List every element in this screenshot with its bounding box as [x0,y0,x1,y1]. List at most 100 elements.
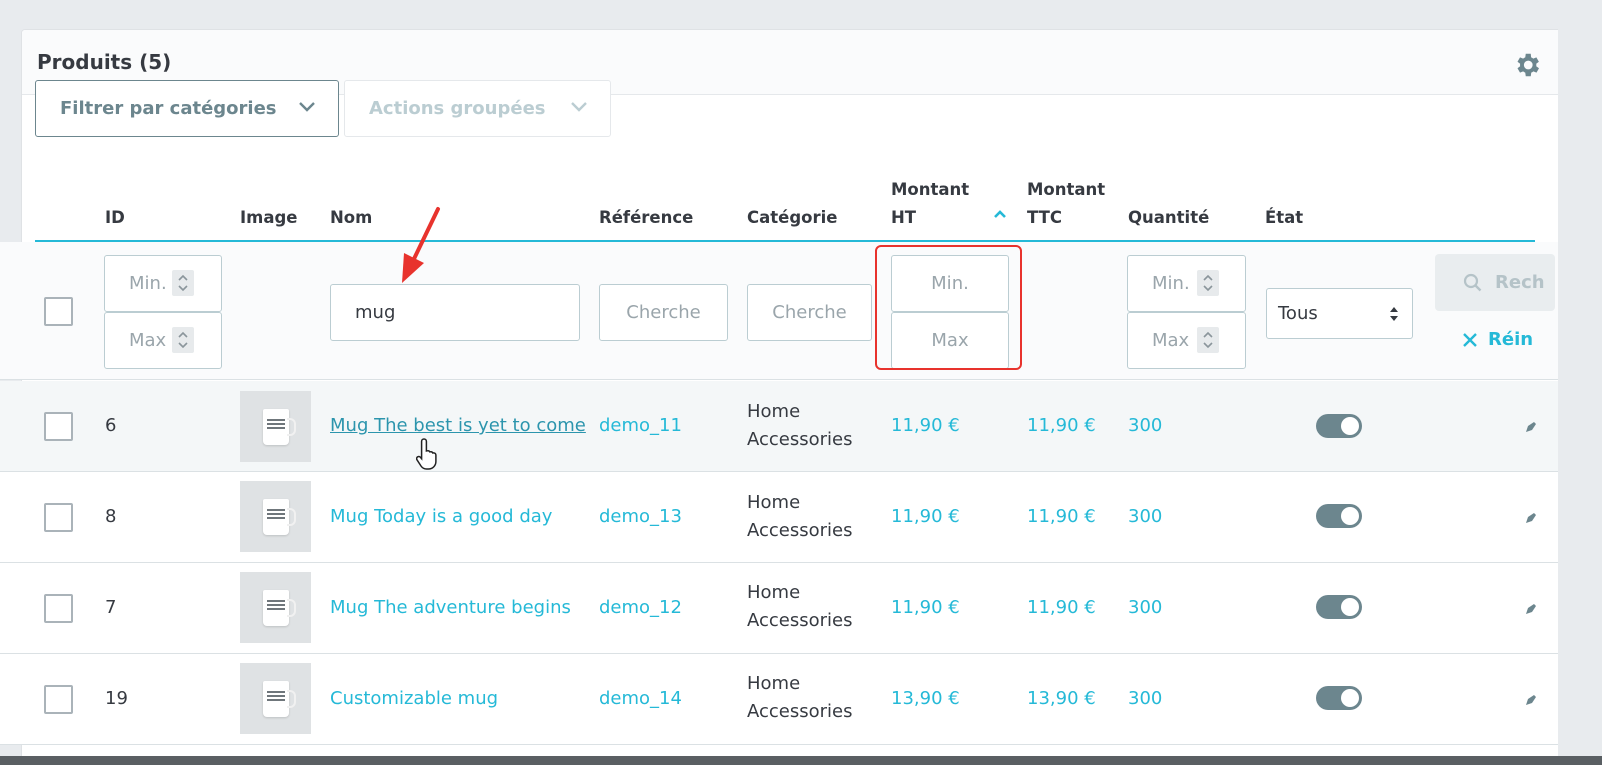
table-row[interactable]: 19 Customizable mug demo_14 Home Accesso… [0,654,1602,745]
column-header-price-ttc-line1: Montant [1027,180,1106,199]
price-ht-link[interactable]: 11,90 € [891,415,960,436]
reference-filter-input[interactable]: Cherche [599,284,728,341]
product-reference-link[interactable]: demo_11 [599,415,682,436]
status-filter-value: Tous [1278,303,1318,324]
edit-icon[interactable] [1525,603,1537,615]
column-header-reference[interactable]: Référence [599,204,693,232]
row-checkbox[interactable] [44,594,73,623]
select-arrows-icon [1390,307,1398,321]
product-thumbnail[interactable] [240,663,311,734]
category-line1: Home [747,673,801,694]
column-header-category[interactable]: Catégorie [747,204,837,232]
edit-icon[interactable] [1525,421,1537,433]
product-reference-link[interactable]: demo_14 [599,688,682,709]
status-filter-select[interactable]: Tous [1266,288,1413,339]
product-name-link[interactable]: Mug The best is yet to come [330,415,586,436]
column-header-name[interactable]: Nom [330,204,372,232]
status-toggle[interactable] [1316,686,1362,710]
quantity-link[interactable]: 300 [1128,688,1162,709]
product-thumbnail[interactable] [240,572,311,643]
table-row[interactable]: 6 Mug The best is yet to come demo_11 Ho… [0,381,1602,472]
product-thumbnail[interactable] [240,391,311,462]
page-title: Produits (5) [37,50,172,74]
product-reference-link[interactable]: demo_12 [599,597,682,618]
table-row[interactable]: 7 Mug The adventure begins demo_12 Home … [0,563,1602,654]
edit-icon[interactable] [1525,694,1537,706]
reset-filters-link[interactable]: Réin [1462,329,1533,350]
row-id: 8 [105,506,117,527]
stepper-icon[interactable] [172,327,194,353]
reference-filter-placeholder: Cherche [626,302,701,323]
stepper-icon[interactable] [1197,270,1219,296]
id-min-placeholder: Min. [129,273,167,294]
row-checkbox[interactable] [44,685,73,714]
price-ht-link[interactable]: 11,90 € [891,506,960,527]
quantity-link[interactable]: 300 [1128,415,1162,436]
product-category: Home Accessories [747,670,853,726]
name-filter-value: mug [355,302,396,323]
quantity-link[interactable]: 300 [1128,506,1162,527]
category-line2: Accessories [747,429,853,450]
price-ht-link[interactable]: 11,90 € [891,597,960,618]
sort-ascending-icon[interactable] [993,209,1007,219]
search-icon [1463,273,1482,291]
column-header-price-ttc[interactable]: Montant TTC [1027,176,1105,232]
product-name-link[interactable]: Customizable mug [330,688,498,709]
id-max-input[interactable]: Max [104,312,222,369]
category-filter-input[interactable]: Cherche [747,284,872,341]
product-reference-link[interactable]: demo_13 [599,506,682,527]
edit-icon[interactable] [1525,512,1537,524]
product-name-link[interactable]: Mug Today is a good day [330,506,552,527]
price-ttc-link[interactable]: 11,90 € [1027,597,1096,618]
filter-categories-dropdown[interactable]: Filtrer par catégories [35,80,339,137]
column-header-price-ht-line1: Montant [891,180,970,199]
select-all-checkbox[interactable] [44,297,73,326]
row-checkbox[interactable] [44,412,73,441]
product-name-link[interactable]: Mug The adventure begins [330,597,571,618]
chevron-down-icon [299,102,315,112]
status-toggle[interactable] [1316,414,1362,438]
quantity-max-input[interactable]: Max [1127,312,1246,369]
product-category: Home Accessories [747,489,853,545]
category-line2: Accessories [747,701,853,722]
product-category: Home Accessories [747,398,853,454]
name-filter-input[interactable]: mug [330,284,580,341]
table-row[interactable]: 8 Mug Today is a good day demo_13 Home A… [0,472,1602,563]
row-id: 7 [105,597,117,618]
row-id: 19 [105,688,128,709]
stepper-icon[interactable] [172,270,194,296]
category-line1: Home [747,582,801,603]
gear-icon[interactable] [1512,50,1542,80]
column-header-price-ht[interactable]: Montant HT [891,176,969,232]
annotation-arrow-icon [402,207,440,283]
filter-categories-label: Filtrer par catégories [60,98,277,119]
column-header-price-ht-line2: HT [891,208,917,227]
bottom-bar [0,756,1602,765]
column-header-image: Image [240,208,298,227]
reset-filters-label: Réin [1488,329,1534,350]
id-min-input[interactable]: Min. [104,255,222,312]
status-toggle[interactable] [1316,504,1362,528]
row-checkbox[interactable] [44,503,73,532]
search-button[interactable]: Rech [1435,254,1555,311]
bulk-actions-dropdown[interactable]: Actions groupées [344,80,611,137]
quantity-link[interactable]: 300 [1128,597,1162,618]
category-line2: Accessories [747,610,853,631]
quantity-max-placeholder: Max [1152,330,1190,351]
price-ht-link[interactable]: 13,90 € [891,688,960,709]
close-icon [1463,332,1477,347]
price-ttc-link[interactable]: 11,90 € [1027,415,1096,436]
quantity-min-placeholder: Min. [1152,273,1190,294]
chevron-down-icon [571,102,587,112]
column-header-quantity[interactable]: Quantité [1128,204,1209,232]
column-header-id[interactable]: ID [105,204,125,232]
column-header-status[interactable]: État [1265,204,1303,232]
status-toggle[interactable] [1316,595,1362,619]
price-ttc-link[interactable]: 11,90 € [1027,506,1096,527]
row-id: 6 [105,415,117,436]
bulk-actions-label: Actions groupées [369,98,546,119]
quantity-min-input[interactable]: Min. [1127,255,1246,312]
product-thumbnail[interactable] [240,481,311,552]
stepper-icon[interactable] [1197,327,1219,353]
price-ttc-link[interactable]: 13,90 € [1027,688,1096,709]
